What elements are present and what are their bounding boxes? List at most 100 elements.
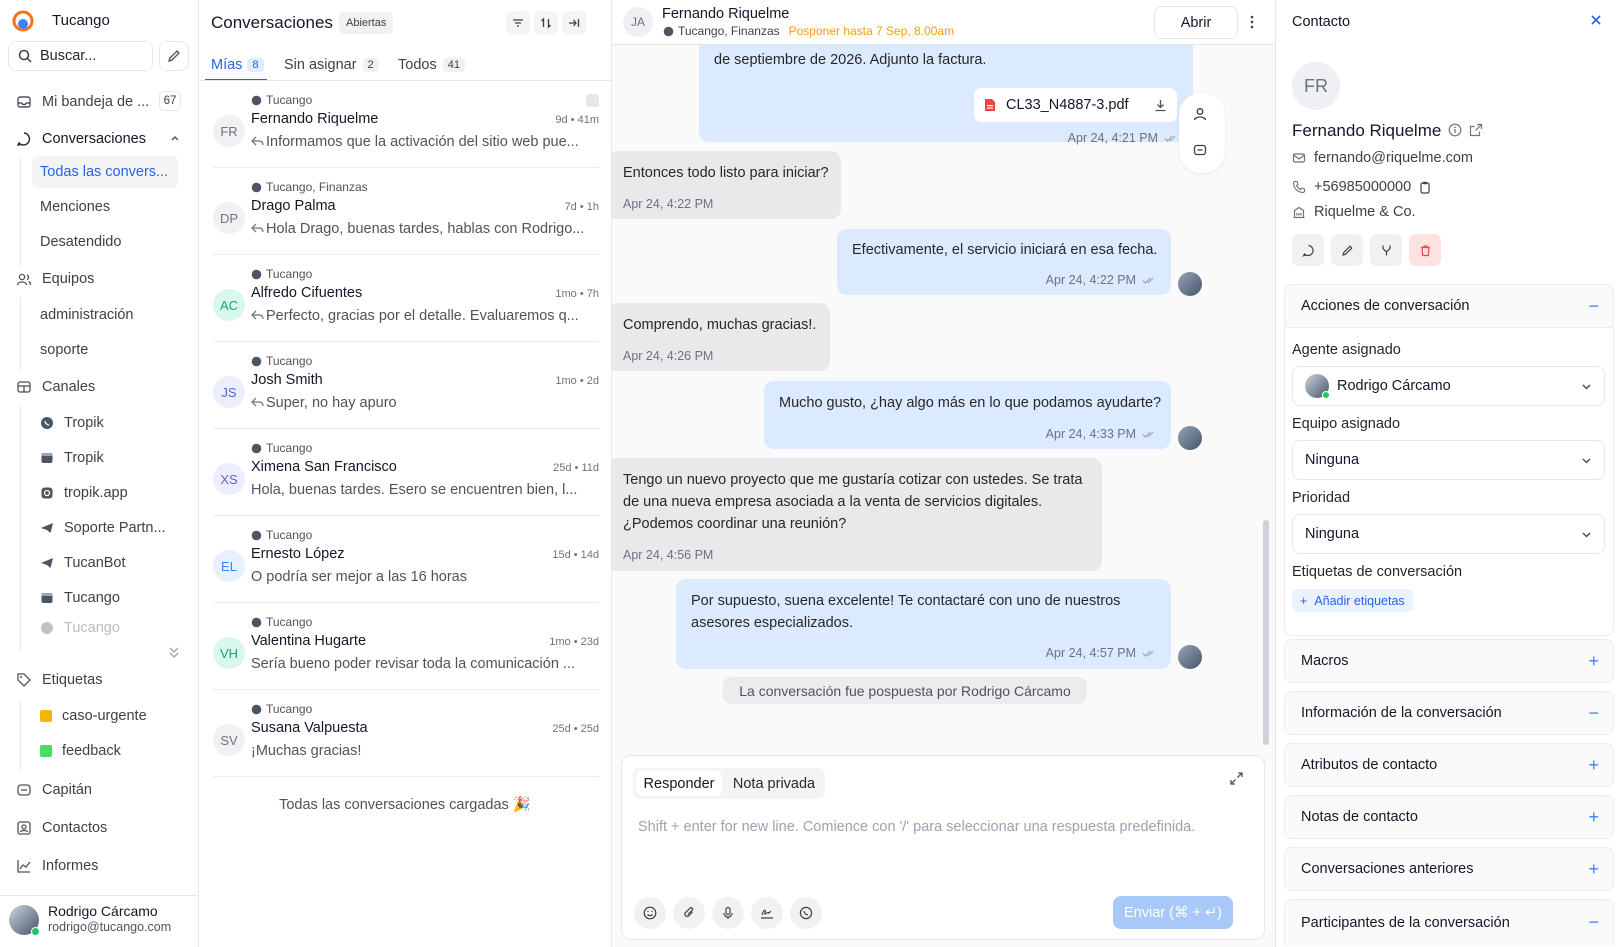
contact-phone-row[interactable]: +56985000000	[1292, 179, 1431, 195]
message-meta: Apr 24, 4:57 PM	[1046, 642, 1156, 665]
delete-contact-button[interactable]	[1409, 234, 1441, 266]
nav-label-urgent[interactable]: caso-urgente	[32, 700, 178, 732]
nav-labels[interactable]: Etiquetas	[8, 664, 184, 696]
contact-avatar: FR	[213, 115, 245, 147]
contact-panel-icon[interactable]	[1193, 107, 1207, 121]
nav-channel-tropik-app[interactable]: tropik.app	[32, 477, 178, 509]
tab-all[interactable]: Todos 41	[398, 50, 465, 80]
chevron-down-icon	[1582, 458, 1591, 463]
nav-my-inbox[interactable]: Mi bandeja de ...	[8, 86, 184, 118]
whatsapp-template-icon[interactable]	[790, 897, 822, 929]
attachment-file[interactable]: CL33_N4887-3.pdf	[974, 88, 1177, 122]
message-input[interactable]: Shift + enter for new line. Comience con…	[638, 819, 1195, 835]
external-link-icon[interactable]	[1469, 123, 1483, 137]
message-text: Mucho gusto, ¿hay algo más en lo que pod…	[779, 395, 1162, 411]
conversation-item[interactable]: FR Tucango Fernando Riquelme 9d • 41m Inform…	[213, 81, 599, 168]
open-conversation-button[interactable]: Abrir	[1154, 6, 1238, 39]
nav-channel-tropik-whatsapp[interactable]: Tropik	[32, 407, 178, 439]
info-icon[interactable]	[1448, 123, 1462, 137]
status-filter-badge[interactable]: Abiertas	[339, 12, 394, 34]
conversation-item[interactable]: JS Tucango Josh Smith 1mo • 2d Super, no hay…	[213, 342, 599, 429]
filter-icon[interactable]	[506, 11, 530, 35]
chat-contact-name[interactable]: Fernando Riquelme	[662, 6, 789, 22]
nav-channel-tucango-web[interactable]: Tucango	[32, 582, 178, 614]
nav-mentions[interactable]: Menciones	[32, 191, 178, 223]
nav-conversations[interactable]: Conversaciones	[8, 123, 184, 155]
expand-icon[interactable]	[1230, 772, 1243, 785]
copy-icon[interactable]	[1419, 181, 1431, 194]
search-box[interactable]: Buscar...	[8, 41, 153, 71]
contact-email-row[interactable]: fernando@riquelme.com	[1292, 150, 1473, 166]
nav-teams[interactable]: Equipos	[8, 263, 184, 295]
whatsapp-icon	[251, 269, 262, 279]
conversation-item[interactable]: AC Tucango Alfredo Cifuentes 1mo • 7h Perfec…	[213, 255, 599, 342]
section-participants[interactable]: Participantes de la conversación −	[1284, 899, 1614, 945]
all-loaded-message: Todas las conversaciones cargadas 🎉	[279, 797, 531, 813]
nav-captain[interactable]: Capitán	[8, 774, 184, 806]
microphone-icon[interactable]	[712, 897, 744, 929]
nav-team-support[interactable]: soporte	[32, 334, 178, 366]
conversation-contact-name: Susana Valpuesta	[251, 720, 368, 736]
pdf-file-icon	[985, 99, 995, 111]
section-contact-notes[interactable]: Notas de contacto +	[1284, 795, 1614, 839]
nav-channels[interactable]: Canales	[8, 371, 184, 403]
conversation-item[interactable]: SV Tucango Susana Valpuesta 25d • 25d ¡Mucha…	[213, 690, 599, 777]
private-note-tab[interactable]: Nota privada	[728, 771, 820, 796]
edit-contact-button[interactable]	[1331, 234, 1363, 266]
pencil-icon	[1341, 244, 1353, 256]
nav-channel-tropik-web[interactable]: Tropik	[32, 442, 178, 474]
new-message-button[interactable]	[1292, 234, 1324, 266]
section-macros[interactable]: Macros +	[1284, 639, 1614, 683]
chevrons-down-icon[interactable]	[168, 644, 180, 660]
section-contact-attributes[interactable]: Atributos de contacto +	[1284, 743, 1614, 787]
nav-label-feedback[interactable]: feedback	[32, 735, 178, 767]
nav-reports[interactable]: Informes	[8, 850, 184, 882]
chat-contact-avatar[interactable]: JA	[623, 7, 653, 37]
sort-icon[interactable]	[534, 11, 558, 35]
conversation-item[interactable]: EL Tucango Ernesto López 15d • 14d O podría …	[213, 516, 599, 603]
nav-unattended[interactable]: Desatendido	[32, 226, 178, 258]
conversation-preview: Hola Drago, buenas tardes, hablas con Ro…	[251, 221, 597, 237]
collapse-panel-icon[interactable]	[562, 11, 586, 35]
add-labels-button[interactable]: + Añadir etiquetas	[1292, 589, 1413, 612]
merge-contact-button[interactable]	[1370, 234, 1402, 266]
conversation-actions-header[interactable]: Acciones de conversación −	[1284, 284, 1614, 328]
inbox-name: Tucango	[266, 93, 313, 107]
close-icon[interactable]	[1590, 14, 1602, 26]
tab-unassigned[interactable]: Sin asignar 2	[284, 50, 379, 80]
compose-button[interactable]	[159, 41, 189, 71]
double-check-icon	[1164, 135, 1176, 142]
section-previous-conversations[interactable]: Conversaciones anteriores +	[1284, 847, 1614, 891]
conversation-inbox: Tucango	[251, 441, 312, 455]
signature-icon[interactable]	[751, 897, 783, 929]
telegram-icon	[41, 523, 53, 533]
priority-select[interactable]: Ninguna	[1292, 514, 1605, 554]
nav-channel-tucango-whatsapp[interactable]: Tucango	[32, 617, 178, 639]
user-email: rodrigo@tucango.com	[48, 920, 172, 934]
nav-channel-support-partner[interactable]: Soporte Partn...	[32, 512, 178, 544]
nav-contacts[interactable]: Contactos	[8, 812, 184, 844]
send-button[interactable]: Enviar (⌘ + ↵)	[1113, 896, 1233, 929]
chevron-up-icon[interactable]	[170, 133, 180, 143]
conversation-item[interactable]: DP Tucango, Finanzas Drago Palma 7d • 1h Hol…	[213, 168, 599, 255]
download-icon[interactable]	[1154, 99, 1167, 112]
assigned-team-select[interactable]: Ninguna	[1292, 440, 1605, 480]
conversation-item[interactable]: XS Tucango Ximena San Francisco 25d • 11d Ho…	[213, 429, 599, 516]
message-text: Efectivamente, el servicio iniciará en e…	[852, 242, 1158, 258]
message-text: Comprendo, muchas gracias!.	[623, 317, 817, 333]
nav-my-inbox-label: Mi bandeja de ...	[42, 94, 150, 110]
whatsapp-icon	[251, 356, 262, 366]
nav-team-admin[interactable]: administración	[32, 299, 178, 331]
nav-channel-tucanbot[interactable]: TucanBot	[32, 547, 178, 579]
copilot-icon[interactable]	[1193, 143, 1207, 157]
conversation-item[interactable]: VH Tucango Valentina Hugarte 1mo • 23d Sería…	[213, 603, 599, 690]
attachment-icon[interactable]	[673, 897, 705, 929]
section-conversation-info[interactable]: Información de la conversación −	[1284, 691, 1614, 735]
tab-mine[interactable]: Mías 8	[211, 50, 264, 80]
message-scrollbar[interactable]	[1263, 520, 1269, 745]
nav-all-conversations[interactable]: Todas las convers...	[32, 156, 178, 188]
more-options-icon[interactable]	[1249, 14, 1255, 30]
assigned-agent-select[interactable]: Rodrigo Cárcamo	[1292, 366, 1605, 406]
emoji-icon[interactable]	[634, 897, 666, 929]
reply-tab[interactable]: Responder	[636, 771, 722, 796]
